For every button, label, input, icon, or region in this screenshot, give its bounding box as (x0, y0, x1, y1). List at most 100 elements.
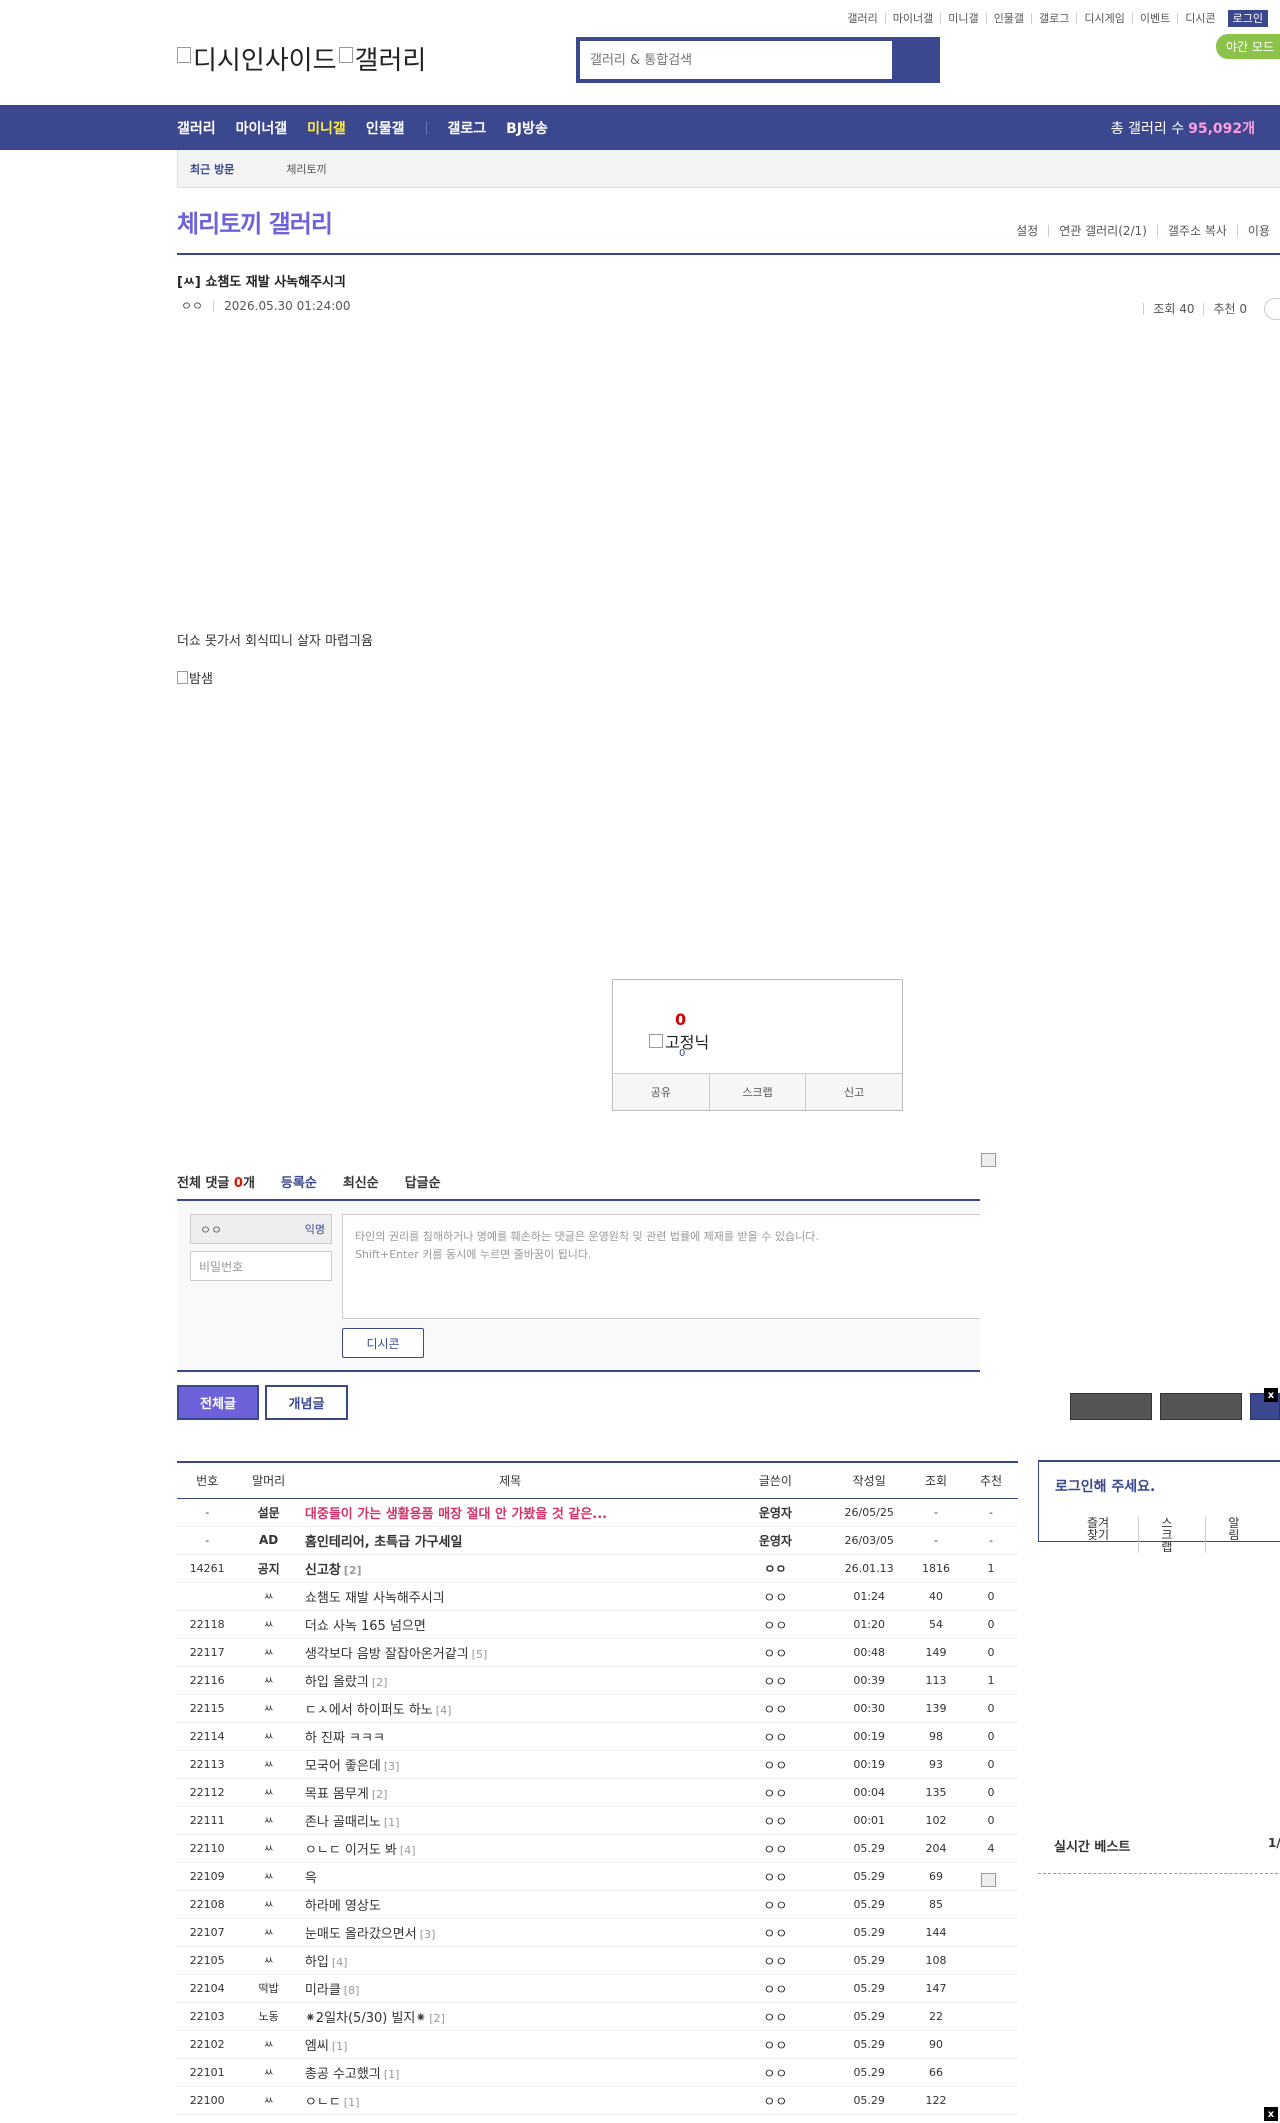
delete-button[interactable] (1160, 1393, 1242, 1420)
top-link[interactable]: 미니갤 (940, 13, 985, 24)
search-button[interactable] (892, 41, 936, 79)
gnb-item[interactable]: BJ방송 (506, 118, 548, 138)
table-row[interactable]: 22118 ㅆ 더쇼 사녹 165 넘으면 ㅇㅇ 01:20 54 0 (177, 1610, 1018, 1639)
reply-count[interactable]: [4] (400, 1844, 416, 1857)
sort-registered[interactable]: 등록순 (281, 1172, 317, 1191)
search-input[interactable] (580, 41, 892, 79)
row-title[interactable]: ⁕2일차(5/30) 빌지⁕ [2] (299, 2002, 721, 2031)
row-title-text[interactable]: 하입 (305, 1955, 329, 1970)
favorites-link[interactable]: 즐겨찾기 (1087, 1517, 1140, 1553)
row-title-text[interactable]: 하 진짜 ㅋㅋㅋ (305, 1731, 385, 1746)
row-title[interactable]: 대중들이 가는 생활용품 매장 절대 안 가봤을 것 같은... (299, 1498, 721, 1527)
row-title[interactable]: 미라클 [8] (299, 1974, 721, 2003)
row-title-text[interactable]: 신고창 (305, 1563, 341, 1578)
gallery-tool[interactable]: 갤주소 복사 (1156, 225, 1237, 237)
reply-count[interactable]: [1] (384, 1816, 400, 1829)
reply-count[interactable]: [4] (332, 1956, 348, 1969)
row-title[interactable]: 모국어 좋은데 [3] (299, 1750, 721, 1779)
sort-latest[interactable]: 최신순 (343, 1172, 379, 1191)
row-writer[interactable]: ㅇㅇ (720, 1666, 831, 1695)
row-writer[interactable]: ㅇㅇ (720, 1582, 831, 1611)
comment-textarea[interactable]: 타인의 권리를 침해하거나 명예를 훼손하는 댓글은 운영원칙 및 관련 법률에… (342, 1214, 980, 1319)
reply-count[interactable]: [2] (429, 2012, 445, 2025)
recommend-action-button[interactable]: 공유 (613, 1074, 709, 1110)
top-link[interactable]: 마이너갤 (884, 13, 940, 24)
top-link[interactable]: 인물갤 (985, 13, 1031, 24)
row-title[interactable]: 쇼챔도 재발 사녹해주시긔 (299, 1582, 721, 1611)
table-row[interactable]: 22112 ㅆ 목표 몸무게 [2] ㅇㅇ 00:04 135 0 (177, 1778, 1018, 1807)
row-title-text[interactable]: 쇼챔도 재발 사녹해주시긔 (305, 1591, 445, 1606)
row-title-text[interactable]: 엠씨 (305, 2039, 329, 2054)
table-row[interactable]: 22102 ㅆ 엠씨 [1] ㅇㅇ 05.29 90 (177, 2030, 1018, 2059)
table-row[interactable]: 22110 ㅆㅇㄴㄷ 이거도 봐 [4] ㅇㅇ 05.29 204 4 (177, 1834, 1018, 1863)
row-title-text[interactable]: 미라클 (305, 1983, 341, 1998)
gnb-item[interactable]: 인물갤 (366, 118, 405, 138)
row-title[interactable]: ㅇㄴㄷ [1] (299, 2086, 721, 2115)
table-row[interactable]: 22101 ㅆ 총공 수고했긔 [1] ㅇㅇ 05.29 66 (177, 2058, 1018, 2087)
reply-count[interactable]: [2] (344, 1564, 362, 1577)
row-title[interactable]: 하라메 영상도 (299, 1890, 721, 1919)
row-writer[interactable]: ㅇㅇ (720, 2030, 831, 2059)
row-writer[interactable]: ㅇㅇ (720, 1946, 831, 1975)
row-title[interactable]: ㄷㅅ에서 하이퍼도 하노 [4] (299, 1694, 721, 1723)
row-writer[interactable]: ㅇㅇ (720, 1806, 831, 1835)
row-writer[interactable]: ㅇㅇ (720, 1862, 831, 1891)
close-icon[interactable]: x (1264, 1388, 1278, 1402)
row-title[interactable]: 목표 몸무게 [2] (299, 1778, 721, 1807)
top-link[interactable]: 디시게임 (1076, 13, 1131, 24)
row-writer[interactable]: ㅇㅇ (720, 1918, 831, 1947)
table-row[interactable]: 22114 ㅆ 하 진짜 ㅋㅋㅋ ㅇㅇ 00:19 98 0 (177, 1722, 1018, 1751)
row-writer[interactable]: ㅇㅇ (720, 2086, 831, 2115)
row-title-text[interactable]: 하라메 영상도 (305, 1899, 381, 1914)
row-title-text[interactable]: 목표 몸무게 (305, 1787, 369, 1802)
table-row[interactable]: 22113 ㅆ 모국어 좋은데 [3] ㅇㅇ 00:19 93 0 (177, 1750, 1018, 1779)
row-writer[interactable]: ㅇㅇ (720, 1638, 831, 1667)
row-title[interactable]: ㅇㄴㄷ 이거도 봐 [4] (299, 1834, 721, 1863)
table-row[interactable]: 22115 ㅆㄷㅅ에서 하이퍼도 하노 [4] ㅇㅇ 00:30 139 0 (177, 1694, 1018, 1723)
comment-password-field[interactable]: 비밀번호 (190, 1251, 332, 1281)
top-link[interactable]: 갤러리 (840, 13, 884, 24)
table-row[interactable]: 14261 공지 신고창 [2] ㅇㅇ 26.01.13 1816 1 (177, 1554, 1018, 1583)
row-writer[interactable]: 운영자 (720, 1526, 831, 1555)
row-title-text[interactable]: 대중들이 가는 생활용품 매장 절대 안 가봤을 것 같은... (305, 1507, 607, 1522)
row-title[interactable]: 총공 수고했긔 [1] (299, 2058, 721, 2087)
row-writer[interactable]: ㅇㅇ (720, 1974, 831, 2003)
comment-shortcut-icon[interactable] (1264, 298, 1280, 320)
row-title-text[interactable]: ㅇㄴㄷ (305, 2095, 341, 2110)
reply-count[interactable]: [1] (344, 2096, 360, 2109)
row-title-text[interactable]: 생각보다 음방 잘잡아온거같긔 (305, 1647, 469, 1662)
table-row[interactable]: 22109 ㅆ 윽 ㅇㅇ 05.29 69 (177, 1862, 1018, 1891)
row-title[interactable]: 존나 골때리노 [1] (299, 1806, 721, 1835)
comment-nick-field[interactable]: ㅇㅇ 익명 (190, 1214, 332, 1244)
row-title[interactable]: 윽 (299, 1862, 721, 1891)
row-writer[interactable]: ㅇㅇ (720, 1778, 831, 1807)
table-row[interactable]: 22111 ㅆ 존나 골때리노 [1] ㅇㅇ 00:01 102 0 (177, 1806, 1018, 1835)
row-title[interactable]: 생각보다 음방 잘잡아온거같긔 [5] (299, 1638, 721, 1667)
row-title-text[interactable]: 존나 골때리노 (305, 1815, 381, 1830)
gallery-tool[interactable]: 연관 갤러리(2/1) (1048, 225, 1157, 237)
post-author[interactable]: ㅇㅇ (181, 297, 203, 314)
table-row[interactable]: 22105 ㅆ 하입 [4] ㅇㅇ 05.29 108 (177, 1946, 1018, 1975)
gnb-item[interactable]: 미니갤 (307, 118, 346, 138)
night-mode-toggle[interactable]: 야간 모드 (1216, 34, 1280, 59)
table-row[interactable]: ㅆ 쇼챔도 재발 사녹해주시긔 ㅇㅇ 01:24 40 0 (177, 1582, 1018, 1611)
row-writer[interactable]: ㅇㅇ (720, 1554, 831, 1583)
table-row[interactable]: - AD 홈인테리어, 초특급 가구세일 운영자 26/03/05- - (177, 1526, 1018, 1555)
row-writer[interactable]: ㅇㅇ (720, 1722, 831, 1751)
dccon-button[interactable]: 디시콘 (342, 1328, 424, 1358)
reply-count[interactable]: [3] (384, 1760, 400, 1773)
gnb-item[interactable]: 갤러리 (177, 118, 216, 138)
table-row[interactable]: 22107 ㅆ 눈매도 올라갔으면서 [3] ㅇㅇ 05.29 144 (177, 1918, 1018, 1947)
gallery-title[interactable]: 체리토끼 갤러리 (177, 204, 333, 239)
sort-reply[interactable]: 답글순 (405, 1172, 441, 1191)
row-title-text[interactable]: 총공 수고했긔 (305, 2067, 381, 2082)
table-row[interactable]: 22104 떡밥 미라클 [8] ㅇㅇ 05.29 147 (177, 1974, 1018, 2003)
table-row[interactable]: 22108 ㅆ 하라메 영상도 ㅇㅇ 05.29 85 (177, 1890, 1018, 1919)
row-title-text[interactable]: 눈매도 올라갔으면서 (305, 1927, 417, 1942)
recommend-action-button[interactable]: 스크랩 (708, 1074, 806, 1110)
reply-count[interactable]: [8] (344, 1984, 360, 1997)
notification-link[interactable]: 알림 (1228, 1517, 1265, 1553)
row-title[interactable]: 신고창 [2] (299, 1554, 721, 1583)
top-link[interactable]: 이벤트 (1131, 13, 1177, 24)
reply-count[interactable]: [1] (384, 2068, 400, 2081)
